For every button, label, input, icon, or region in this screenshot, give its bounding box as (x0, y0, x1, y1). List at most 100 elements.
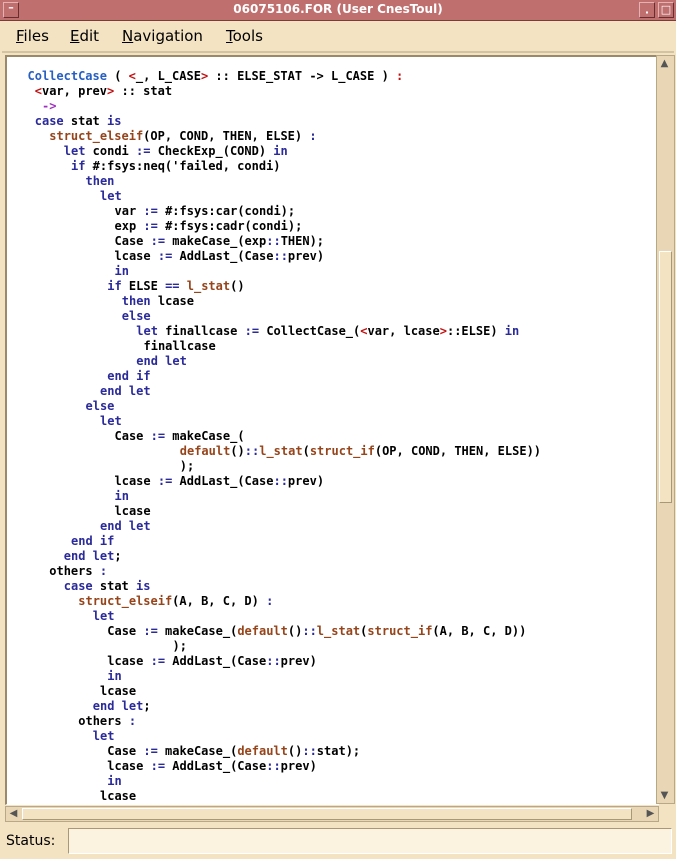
code-line: lcase (115, 504, 151, 519)
code-token: : (99, 564, 108, 578)
status-label: Status: (6, 833, 56, 849)
code-line: lcase := AddLast_(Case::prev) (107, 759, 317, 774)
menu-tools-label: ools (232, 27, 263, 45)
code-token: let (100, 414, 122, 428)
code-token: := (244, 324, 260, 338)
menu-navigation[interactable]: Navigation (122, 27, 203, 45)
code-token: #:fsys:car(condi); (157, 204, 296, 218)
menu-files-mnemonic: F (16, 27, 24, 45)
menu-files[interactable]: Files (16, 27, 49, 45)
code-line: end let; (64, 549, 122, 564)
horizontal-scrollbar[interactable]: ◀ ▶ (5, 806, 659, 822)
code-token: _, L_CASE (135, 69, 201, 83)
code-token: finallcase (157, 324, 245, 338)
code-token: := (157, 249, 173, 263)
code-token: others (78, 714, 129, 728)
window-title: 06075106.FOR (User CnesToul) (233, 2, 443, 16)
code-line: lcase := AddLast_(Case::prev) (107, 654, 317, 669)
code-token: -> (42, 99, 57, 113)
code-token: end let (63, 549, 115, 563)
vertical-scroll-thumb[interactable] (659, 251, 672, 503)
code-line: in (107, 669, 121, 684)
arrow-left-icon[interactable]: ◀ (7, 807, 20, 820)
code-token: lcase (114, 504, 151, 518)
arrow-right-icon[interactable]: ▶ (644, 807, 657, 820)
code-line: end let (100, 519, 151, 534)
code-token: let (92, 729, 115, 743)
menu-edit[interactable]: Edit (70, 27, 99, 45)
code-token: lcase (150, 294, 195, 308)
code-token: := (157, 474, 173, 488)
code-token: then (121, 294, 151, 308)
code-token: () (287, 744, 303, 758)
code-token: := (150, 234, 166, 248)
code-token: Case (114, 429, 151, 443)
code-token: if (107, 279, 122, 293)
code-token: lcase (100, 684, 137, 698)
code-token: lcase (107, 759, 151, 773)
code-token: stat (92, 579, 137, 593)
code-line: Case := makeCase_(default()::l_stat(stru… (107, 624, 526, 639)
code-token: l_stat (316, 624, 361, 638)
code-token: end let (136, 354, 187, 368)
code-token: in (114, 489, 129, 503)
code-token: (OP, COND, THEN, ELSE)) (374, 444, 542, 458)
status-field[interactable] (68, 828, 672, 854)
code-line: in (115, 264, 129, 279)
title-bar[interactable]: – 06075106.FOR (User CnesToul) · □ (0, 0, 676, 21)
code-token: default (179, 444, 231, 458)
code-token: prev) (280, 654, 317, 668)
code-token: := (150, 429, 166, 443)
code-token: condi (85, 144, 137, 158)
code-token: CollectCase_( (259, 324, 361, 338)
vertical-scrollbar[interactable]: ▲ ▼ (656, 55, 675, 804)
code-token: :: (266, 759, 281, 773)
code-token: :: (302, 624, 317, 638)
code-line: lcase := AddLast_(Case::prev) (115, 249, 325, 264)
code-token: prev) (280, 759, 317, 773)
code-token: Case (107, 744, 144, 758)
code-token: := (143, 204, 158, 218)
code-token: exp (114, 219, 144, 233)
code-token: > (439, 324, 447, 338)
code-token: ::ELSE) (446, 324, 505, 338)
code-token: < (34, 84, 42, 98)
arrow-down-icon[interactable]: ▼ (658, 789, 671, 802)
code-token: : (309, 129, 317, 143)
code-token: then (85, 174, 115, 188)
code-line: if ELSE == l_stat() (107, 279, 244, 294)
maximize-icon[interactable]: □ (658, 2, 674, 18)
code-token: l_stat (259, 444, 303, 458)
code-editor[interactable]: CollectCase ( <_, L_CASE> :: ELSE_STAT -… (5, 55, 659, 805)
code-token: in (107, 774, 122, 788)
code-token: end let (100, 519, 151, 533)
code-token: := (150, 654, 166, 668)
code-line: finallcase (144, 339, 216, 354)
code-line: Case := makeCase_( (115, 429, 245, 444)
code-line: then (86, 174, 115, 189)
code-token: Case (114, 234, 151, 248)
code-token: in (504, 324, 520, 338)
code-token: (A, B, C, D)) (432, 624, 527, 638)
code-token: prev) (287, 474, 325, 488)
code-token: : (266, 594, 274, 608)
menu-tools[interactable]: Tools (226, 27, 263, 45)
menu-navigation-label: avigation (133, 27, 203, 45)
arrow-up-icon[interactable]: ▲ (658, 57, 671, 70)
minimize-icon[interactable]: · (639, 2, 655, 19)
code-token: () (287, 624, 303, 638)
code-token: ; (114, 549, 122, 563)
code-token: else (85, 399, 115, 413)
code-line: end let; (93, 699, 151, 714)
code-token: : (128, 714, 137, 728)
code-token: ); (172, 639, 187, 653)
code-token: stat); (316, 744, 361, 758)
horizontal-scroll-thumb[interactable] (22, 808, 632, 820)
code-token: #:fsys:cadr(condi); (157, 219, 303, 233)
code-token: l_stat (186, 279, 231, 293)
code-line: in (115, 489, 129, 504)
code-token: default (237, 744, 288, 758)
code-token: struct_elseif (78, 594, 173, 608)
status-bar: Status: (0, 824, 676, 859)
code-line: CollectCase ( <_, L_CASE> :: ELSE_STAT -… (28, 69, 404, 84)
